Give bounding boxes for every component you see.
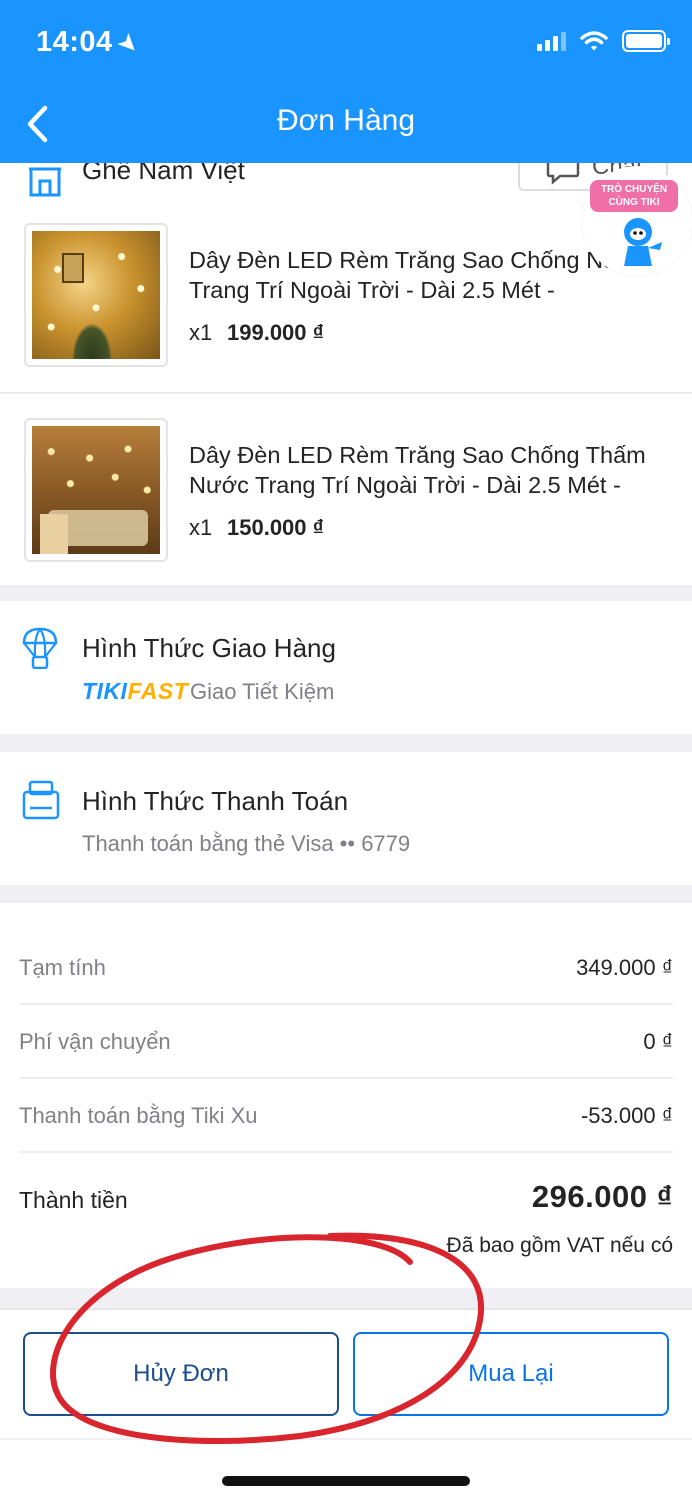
floater-label: TRÒ CHUYỆN CÙNG TIKI <box>590 180 678 212</box>
summary-value: -53.000 ₫ <box>580 1103 673 1128</box>
product-list: Dây Đèn LED Rèm Trăng Sao Chống Nước Tra… <box>0 199 692 585</box>
shipping-method: Giao Tiết Kiệm <box>190 679 335 704</box>
vat-note: Đã bao gồm VAT nếu có <box>446 1234 673 1257</box>
product-price: 199.000 ₫ <box>227 320 324 345</box>
summary-label: Thanh toán bằng Tiki Xu <box>19 1103 258 1128</box>
total-value: 296.000 ₫ <box>531 1179 673 1214</box>
cancel-order-button[interactable]: Hủy Đơn <box>23 1332 339 1416</box>
product-price: 150.000 ₫ <box>227 515 324 540</box>
product-image <box>24 418 168 562</box>
cellular-signal-icon <box>537 31 566 51</box>
tikifast-logo: TIKIFAST <box>82 678 188 705</box>
tiki-mascot-icon <box>624 218 662 266</box>
status-time: 14:04➤ <box>36 26 144 59</box>
tikifast-logo-part1: TIKI <box>82 678 128 704</box>
summary-label: Tạm tính <box>19 955 106 980</box>
parachute-icon <box>22 627 58 669</box>
tikifast-logo-part2: FAST <box>127 678 189 704</box>
order-summary: Tạm tính 349.000 ₫ Phí vận chuyển 0 ₫ Th… <box>0 903 692 1288</box>
product-name: Dây Đèn LED Rèm Trăng Sao Chống Thấm Nướ… <box>189 442 646 498</box>
status-icons <box>537 30 670 52</box>
app-header: 14:04➤ Đơn Hàng <box>0 0 692 163</box>
summary-row-subtotal: Tạm tính 349.000 ₫ <box>19 931 673 1005</box>
home-bar <box>0 1440 692 1500</box>
summary-row-shipping-fee: Phí vận chuyển 0 ₫ <box>19 1005 673 1079</box>
summary-label: Phí vận chuyển <box>19 1029 171 1054</box>
summary-row-tiki-xu: Thanh toán bằng Tiki Xu -53.000 ₫ <box>19 1079 673 1153</box>
payment-title: Hình Thức Thanh Toán <box>82 786 349 816</box>
payment-card: Hình Thức Thanh Toán Thanh toán bằng thẻ… <box>0 752 692 885</box>
shipping-card: Hình Thức Giao Hàng TIKIFAST Giao Tiết K… <box>0 601 692 734</box>
status-time-text: 14:04 <box>36 26 113 58</box>
location-arrow-icon: ➤ <box>112 28 145 60</box>
wifi-icon <box>580 31 608 51</box>
shipping-title: Hình Thức Giao Hàng <box>82 633 336 663</box>
reorder-button[interactable]: Mua Lại <box>353 1332 669 1416</box>
action-bar: Hủy Đơn Mua Lại <box>0 1308 692 1438</box>
product-quantity: x1 <box>189 515 213 540</box>
payment-terminal-icon <box>22 780 60 820</box>
battery-icon <box>622 30 670 52</box>
summary-value: 0 ₫ <box>643 1029 673 1054</box>
product-quantity: x1 <box>189 320 213 345</box>
tiki-chat-floater[interactable]: TRÒ CHUYỆN CÙNG TIKI <box>582 166 692 276</box>
payment-method: Thanh toán bằng thẻ Visa •• 6779 <box>82 831 411 856</box>
total-label: Thành tiền <box>19 1187 128 1213</box>
summary-value: 349.000 ₫ <box>576 955 673 980</box>
home-indicator[interactable] <box>222 1476 470 1486</box>
page-title: Đơn Hàng <box>276 104 416 137</box>
product-item[interactable]: Dây Đèn LED Rèm Trăng Sao Chống Thấm Nướ… <box>0 392 692 585</box>
product-image <box>24 223 168 367</box>
